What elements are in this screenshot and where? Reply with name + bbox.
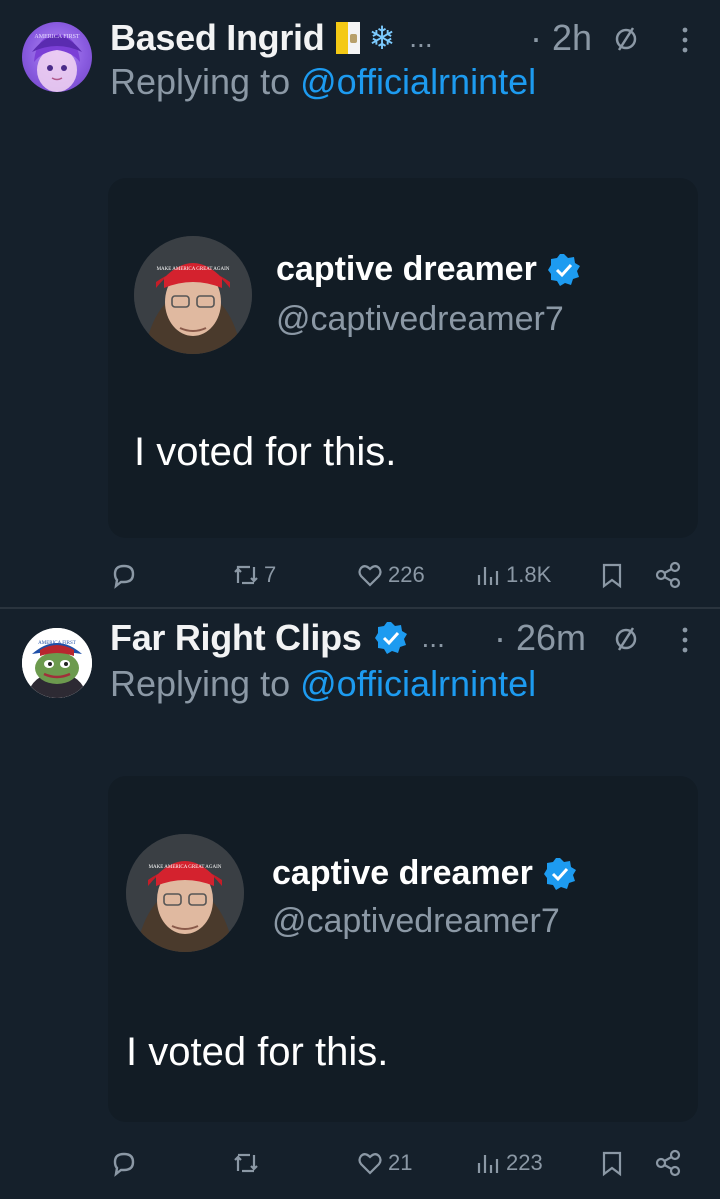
quoted-user-name: captive dreamer — [272, 854, 577, 893]
views-icon — [477, 1155, 499, 1173]
like-icon — [358, 1153, 382, 1175]
quoted-tweet-text: I voted for this. — [126, 1030, 389, 1074]
author-name[interactable]: Far Right Clips — [110, 617, 362, 659]
replying-to-handle[interactable]: @officialrnintel — [300, 663, 536, 704]
tweet-header: Far Right Clips ... — [110, 617, 445, 659]
replying-to-label: Replying to — [110, 663, 291, 704]
tweet-time[interactable]: · 26m — [494, 618, 586, 658]
tweet-divider — [0, 607, 720, 609]
quoted-user-handle: @captivedreamer7 — [272, 902, 560, 940]
quoted-user-avatar: MAKE AMERICA GREAT AGAIN — [126, 834, 244, 952]
reply-button[interactable] — [110, 1143, 142, 1183]
author-avatar[interactable]: AMERICA FIRST — [22, 628, 92, 698]
tweet-2[interactable]: AMERICA FIRST Far Right Clips ... · 26m … — [0, 0, 720, 1177]
name-overflow: ... — [421, 622, 445, 653]
share-button[interactable] — [654, 1143, 682, 1183]
tweet-actions: 21 223 — [0, 1143, 720, 1183]
retweet-button[interactable] — [232, 1143, 264, 1183]
svg-text:MAKE AMERICA GREAT AGAIN: MAKE AMERICA GREAT AGAIN — [149, 865, 222, 870]
bookmark-icon — [602, 1151, 622, 1177]
more-icon[interactable] — [680, 626, 690, 654]
verified-icon — [374, 622, 407, 654]
svg-text:AMERICA FIRST: AMERICA FIRST — [38, 641, 76, 646]
bookmark-button[interactable] — [598, 1143, 626, 1183]
share-icon — [655, 1149, 681, 1177]
replying-to: Replying to @officialrnintel — [110, 662, 536, 706]
verified-icon — [543, 857, 576, 890]
views-button[interactable]: 223 — [474, 1143, 543, 1183]
embedded-image-card[interactable]: MAKE AMERICA GREAT AGAIN captive dreamer… — [108, 776, 698, 1122]
mute-icon[interactable] — [612, 624, 640, 652]
frog-avatar-image: AMERICA FIRST — [22, 628, 92, 698]
like-button[interactable]: 21 — [356, 1143, 412, 1183]
reply-icon — [113, 1152, 135, 1177]
retweet-icon — [234, 1153, 258, 1173]
